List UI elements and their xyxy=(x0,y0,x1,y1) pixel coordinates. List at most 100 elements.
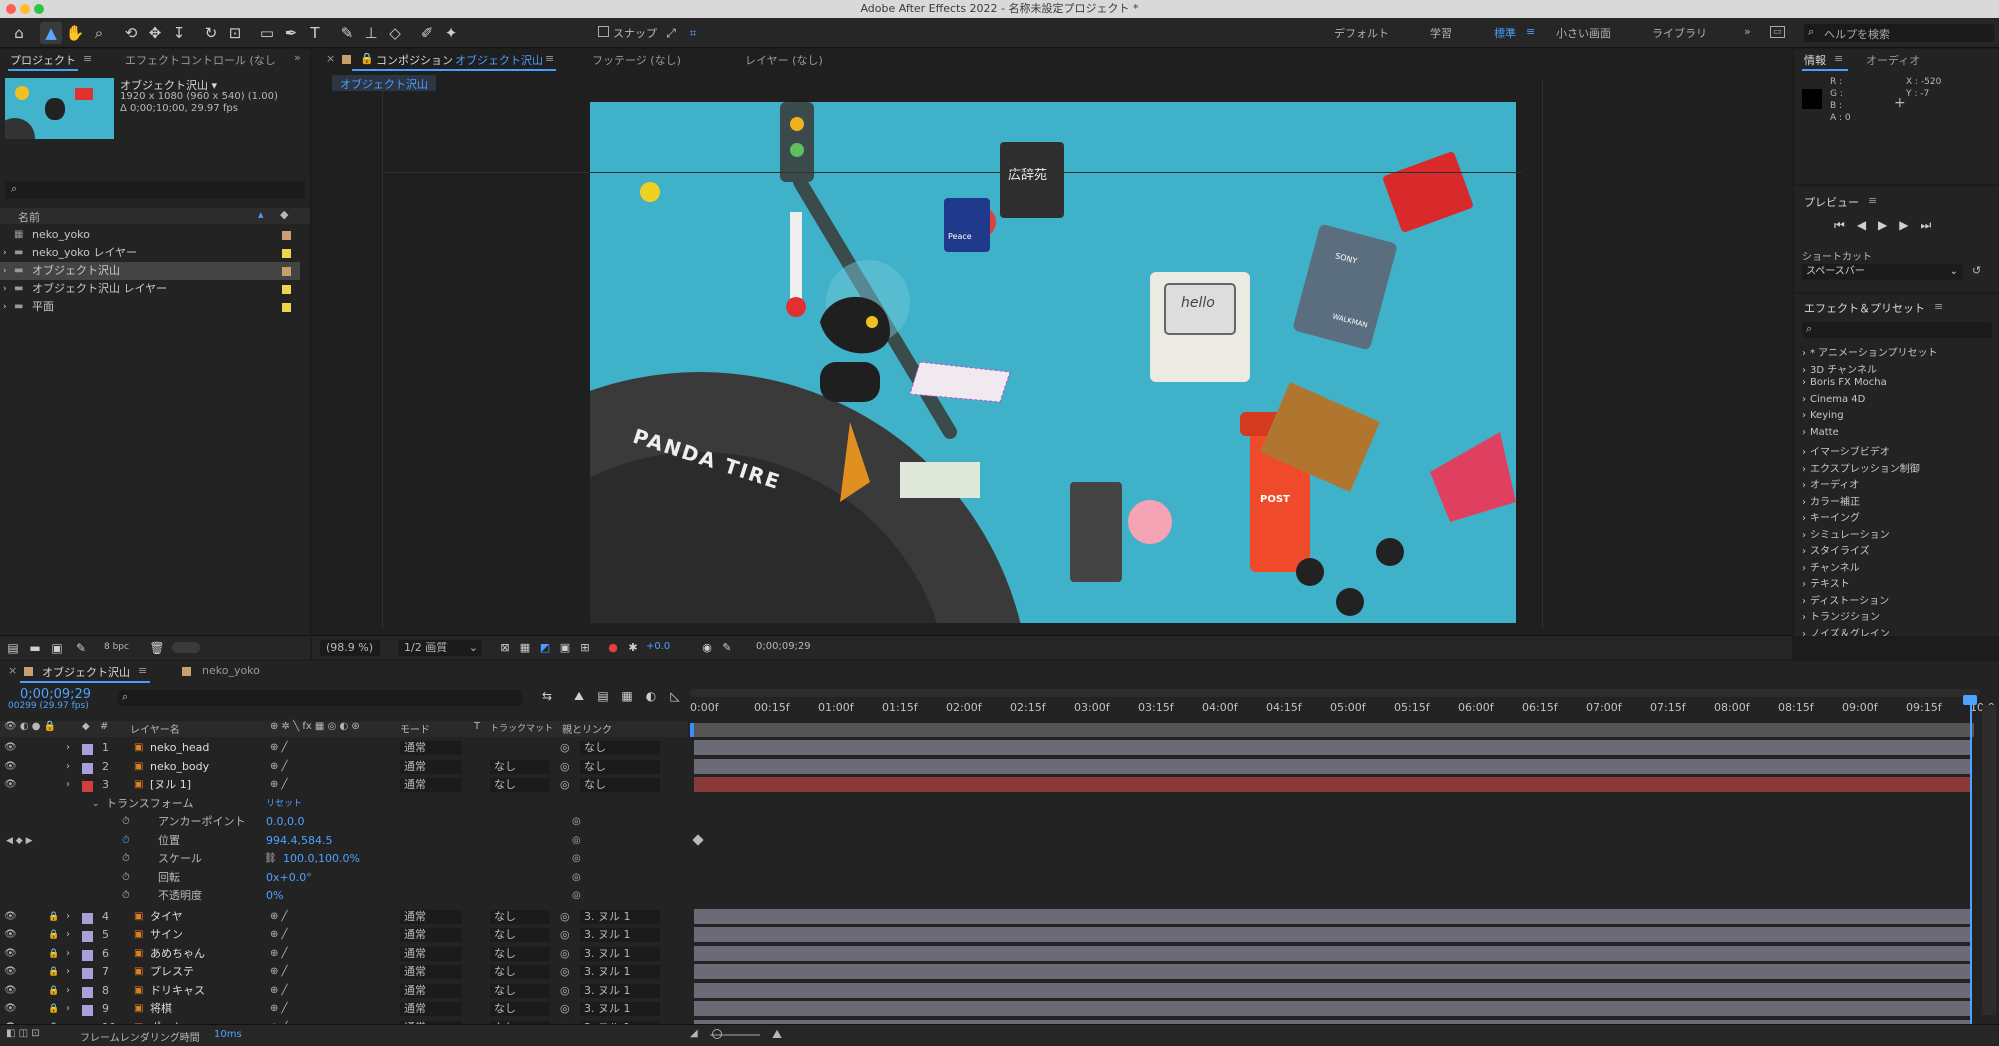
zoom-out-icon[interactable]: ◢ xyxy=(690,1028,698,1039)
col-track-matte[interactable]: トラックマット xyxy=(490,721,553,734)
col-mode[interactable]: モード xyxy=(400,721,430,736)
interpret-footage-icon[interactable]: ▤ xyxy=(2,637,24,659)
bpc-label[interactable]: 8 bpc xyxy=(104,642,129,652)
effect-category[interactable]: › チャンネル xyxy=(1802,559,1860,574)
zoom-window-icon[interactable] xyxy=(34,4,44,14)
effect-category[interactable]: › エクスプレッション制御 xyxy=(1802,460,1920,475)
zoom-tool-icon[interactable]: ⌕ xyxy=(88,22,110,44)
zoom-slider-thumb[interactable] xyxy=(712,1029,722,1039)
info-menu-icon[interactable]: ≡ xyxy=(1834,52,1843,65)
grid-guides-icon[interactable]: ⊞ xyxy=(574,637,596,659)
motion-blur-icon[interactable]: ◐ xyxy=(640,685,662,707)
prev-frame-icon[interactable]: ◀ xyxy=(1857,218,1878,232)
pipeline-icon[interactable]: ✎ xyxy=(70,637,92,659)
effect-category[interactable]: › 3D チャンネル xyxy=(1802,361,1877,376)
effect-category[interactable]: › Boris FX Mocha xyxy=(1802,377,1887,388)
eraser-tool-icon[interactable]: ◇ xyxy=(384,22,406,44)
col-layer-name[interactable]: レイヤー名 xyxy=(130,721,180,736)
effect-category[interactable]: › Matte xyxy=(1802,427,1839,438)
project-item[interactable]: › ▬ オブジェクト沢山 レイヤー xyxy=(0,280,300,298)
workspace-default[interactable]: デフォルト xyxy=(1334,25,1389,41)
playhead-handle[interactable] xyxy=(1963,695,1977,705)
work-area-start[interactable] xyxy=(690,723,694,737)
effect-category[interactable]: › キーイング xyxy=(1802,509,1860,524)
effect-category[interactable]: › ノイズ＆グレイン xyxy=(1802,625,1890,637)
expand-arrow-icon[interactable]: › xyxy=(3,244,7,262)
play-icon[interactable]: ▶ xyxy=(1878,218,1899,232)
tab-info[interactable]: 情報 xyxy=(1804,52,1826,68)
cache-toggle[interactable] xyxy=(172,642,200,653)
new-comp-icon[interactable]: ▣ xyxy=(46,637,68,659)
project-search-input[interactable]: ⌕ xyxy=(5,181,305,199)
lock-icon[interactable]: 🔒 xyxy=(360,52,374,65)
effect-category[interactable]: › カラー補正 xyxy=(1802,493,1860,508)
effect-category[interactable]: › スタイライズ xyxy=(1802,542,1870,557)
comp-menu-icon[interactable]: ≡ xyxy=(545,52,554,65)
workspace-small-screen[interactable]: 小さい画面 xyxy=(1556,25,1611,41)
tab-audio[interactable]: オーディオ xyxy=(1866,52,1920,68)
hide-shy-layers-icon[interactable]: ▤ xyxy=(592,685,614,707)
effect-category[interactable]: › Keying xyxy=(1802,410,1844,421)
tab-effect-controls[interactable]: エフェクトコントロール (なし xyxy=(125,52,276,68)
close-comp-tab-icon[interactable]: × xyxy=(326,52,335,65)
layer-duration-bar[interactable] xyxy=(694,964,1970,979)
project-item[interactable]: ▦ neko_yoko xyxy=(0,226,300,244)
exposure-reset-icon[interactable]: ✱ xyxy=(622,637,644,659)
keyframe-marker[interactable] xyxy=(692,833,704,846)
effect-category[interactable]: › ディストーション xyxy=(1802,592,1889,607)
tab-footage[interactable]: フッテージ (なし) xyxy=(592,52,681,68)
tab-timeline-comp[interactable]: オブジェクト沢山 xyxy=(42,664,130,680)
layer-duration-bar[interactable] xyxy=(694,908,1970,924)
layer-duration-bar[interactable] xyxy=(694,927,1970,942)
comp-mini-flowchart-icon[interactable]: ⇆ xyxy=(536,685,558,707)
close-timeline-tab-icon[interactable]: × xyxy=(8,664,17,677)
layer-duration-bar[interactable] xyxy=(694,740,1970,755)
roto-tool-icon[interactable]: ✐ xyxy=(416,22,438,44)
expand-arrow-icon[interactable]: › xyxy=(3,280,7,298)
layer-search-input[interactable]: ⌕ xyxy=(118,690,522,706)
expand-arrow-icon[interactable]: › xyxy=(3,262,7,280)
work-area-bar[interactable] xyxy=(690,689,1980,697)
selection-tool-icon[interactable]: ▲ xyxy=(40,22,62,44)
home-icon[interactable]: ⌂ xyxy=(8,22,30,44)
help-search-input[interactable]: ⌕ ヘルプを検索 xyxy=(1804,24,1994,42)
effect-category[interactable]: › トランジション xyxy=(1802,608,1880,623)
preview-menu-icon[interactable]: ≡ xyxy=(1868,194,1877,207)
effect-category[interactable]: › オーディオ xyxy=(1802,476,1859,491)
pan-tool-icon[interactable]: ✥ xyxy=(144,22,166,44)
layer-duration-bar[interactable] xyxy=(694,758,1970,774)
footer-toggles-icon[interactable]: ◧ ◫ ⊡ xyxy=(6,1028,40,1039)
tab-composition-prefix[interactable]: コンポジション xyxy=(376,52,453,68)
sort-arrow-icon[interactable]: ▴ xyxy=(258,208,264,221)
timeline-timecode[interactable]: 0;00;09;29 xyxy=(20,687,91,702)
label-tag-icon[interactable]: ◆ xyxy=(280,208,288,221)
snap-grid-icon[interactable]: ⌗ xyxy=(682,22,704,44)
effects-search-input[interactable]: ⌕ xyxy=(1802,322,1992,338)
tab-timeline-neko[interactable]: neko_yoko xyxy=(202,664,260,677)
snap-checkbox[interactable] xyxy=(598,26,609,37)
effect-category[interactable]: › * アニメーションプリセット xyxy=(1802,344,1937,359)
hand-tool-icon[interactable]: ✋ xyxy=(64,22,86,44)
rotate-tool-icon[interactable]: ↻ xyxy=(200,22,222,44)
layer-duration-bar[interactable] xyxy=(694,777,1970,792)
snapshot-icon[interactable]: ◉ xyxy=(696,637,718,659)
stamp-tool-icon[interactable]: ⊥ xyxy=(360,22,382,44)
col-parent[interactable]: 親とリンク xyxy=(562,721,612,736)
project-item[interactable]: › ▬ オブジェクト沢山 xyxy=(0,262,300,280)
layer-duration-bar[interactable] xyxy=(694,1001,1970,1016)
graph-editor-icon[interactable]: ◺ xyxy=(664,685,686,707)
tab-project[interactable]: プロジェクト xyxy=(10,52,76,68)
comp-breadcrumb[interactable]: オブジェクト沢山 xyxy=(332,75,436,91)
effect-category[interactable]: › イマーシブビデオ xyxy=(1802,443,1890,458)
close-window-icon[interactable] xyxy=(6,4,16,14)
puppet-tool-icon[interactable]: ✦ xyxy=(440,22,462,44)
timeline-scrollbar[interactable] xyxy=(1982,705,1996,1015)
workspace-standard[interactable]: 標準 xyxy=(1494,25,1516,41)
effect-category[interactable]: › シミュレーション xyxy=(1802,526,1890,541)
new-folder-icon[interactable]: ▬ xyxy=(24,637,46,659)
rectangle-tool-icon[interactable]: ▭ xyxy=(256,22,278,44)
anchor-tool-icon[interactable]: ⊡ xyxy=(224,22,246,44)
panel-overflow-icon[interactable]: » xyxy=(294,51,301,64)
exposure-value[interactable]: +0.0 xyxy=(646,641,670,652)
dolly-tool-icon[interactable]: ↧ xyxy=(168,22,190,44)
